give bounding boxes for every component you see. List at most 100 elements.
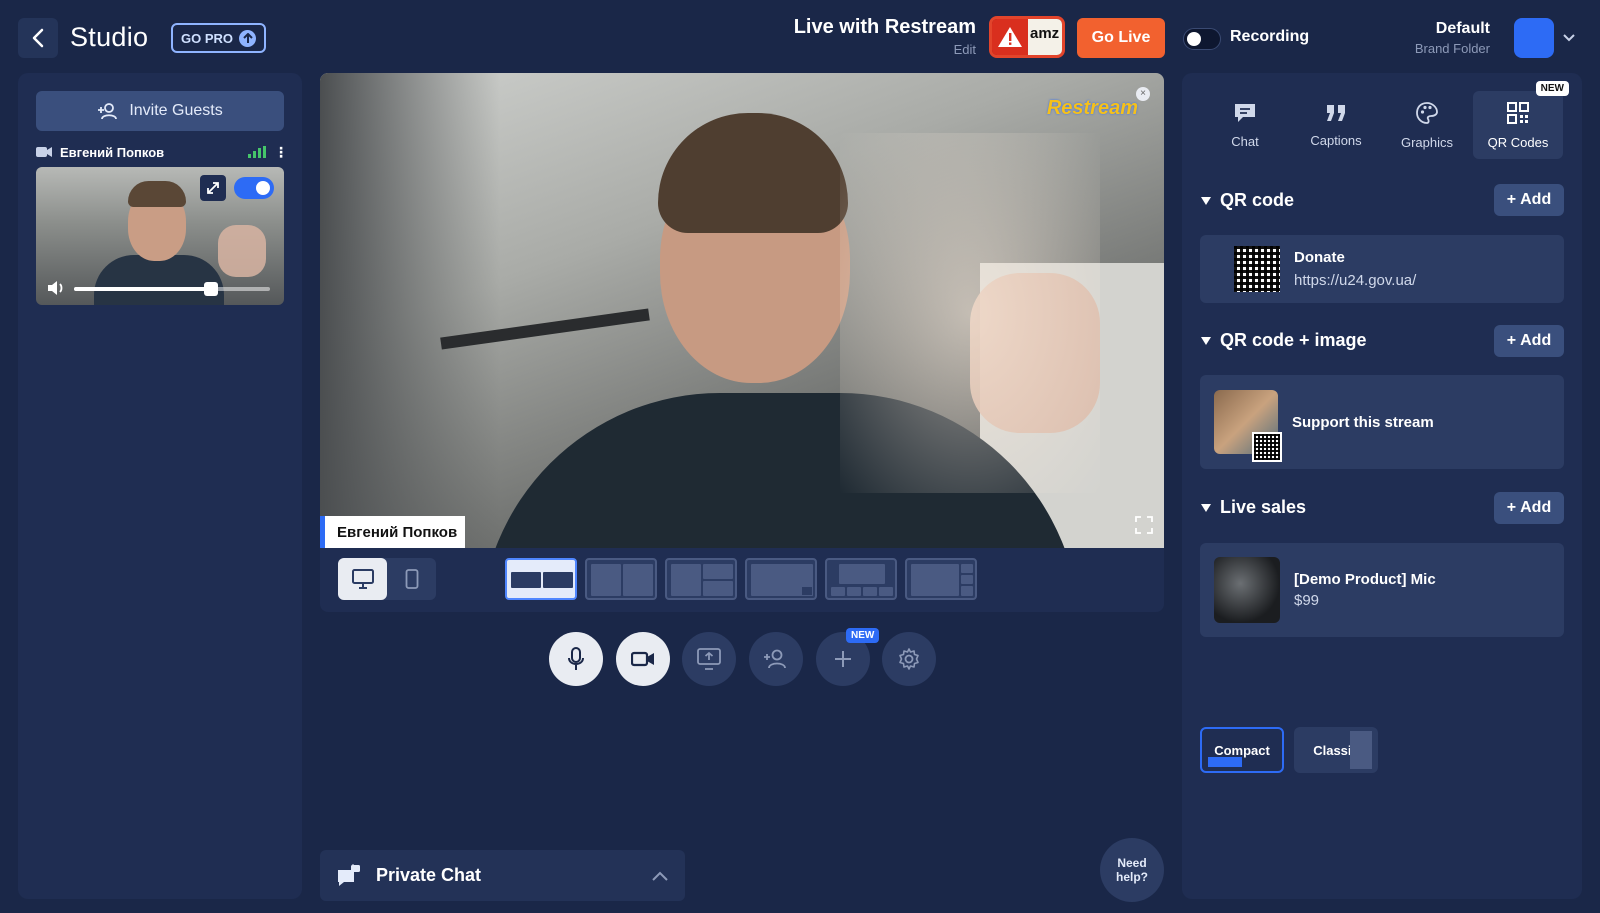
- section-qr-code[interactable]: QR code: [1200, 190, 1294, 211]
- brand-color-swatch[interactable]: [1514, 18, 1554, 58]
- chevron-down-icon[interactable]: [1562, 30, 1576, 48]
- layout-option-6[interactable]: [905, 558, 977, 600]
- qr-code-url: https://u24.gov.ua/: [1294, 272, 1417, 289]
- add-product-button[interactable]: + Add: [1494, 492, 1564, 524]
- coffee-thumbnail: [1214, 390, 1282, 462]
- restream-logo: Restream: [1046, 97, 1138, 119]
- tab-qr-codes[interactable]: QR Codes NEW: [1473, 81, 1569, 159]
- layout-option-4[interactable]: [745, 558, 817, 600]
- layout-bar: [320, 548, 1164, 612]
- go-pro-button[interactable]: GO PRO: [171, 23, 267, 53]
- layout-option-5[interactable]: [825, 558, 897, 600]
- recording-toggle[interactable]: [1183, 28, 1221, 50]
- gear-icon: [899, 648, 919, 670]
- add-user-icon: [98, 103, 118, 120]
- invite-guests-label: Invite Guests: [129, 102, 223, 119]
- layout-option-2[interactable]: [585, 558, 657, 600]
- volume-slider[interactable]: [74, 282, 270, 296]
- stream-edit-link[interactable]: Edit: [954, 42, 976, 57]
- destination-thumbnail[interactable]: amz: [989, 16, 1065, 58]
- brand-name: Default: [1435, 20, 1490, 37]
- more-options-icon[interactable]: ⋮: [274, 144, 288, 161]
- qr-image-card[interactable]: Support this stream: [1200, 375, 1564, 469]
- microphone-button[interactable]: [549, 632, 603, 686]
- layout-option-1[interactable]: [505, 558, 577, 600]
- compact-mode-button[interactable]: Compact: [1200, 727, 1284, 773]
- stage-name-tag: Евгений Попков: [320, 516, 466, 548]
- private-chat-icon: [338, 863, 360, 886]
- guest-header: Евгений Попков ⋮: [36, 143, 288, 161]
- tab-chat[interactable]: Chat: [1200, 91, 1290, 159]
- qr-code-title: Donate: [1294, 249, 1345, 266]
- go-pro-label: GO PRO: [181, 30, 234, 46]
- caret-down-icon: [1201, 503, 1211, 512]
- private-chat-bar[interactable]: Private Chat: [320, 850, 685, 901]
- show-on-stage-toggle[interactable]: [234, 177, 274, 199]
- invite-guests-button[interactable]: Invite Guests: [36, 91, 284, 131]
- product-price: $99: [1294, 592, 1320, 609]
- plus-icon: [835, 651, 851, 667]
- section-qr-code-title: QR code: [1220, 190, 1295, 210]
- share-screen-button[interactable]: [682, 632, 736, 686]
- add-user-icon: [764, 649, 786, 669]
- add-qr-image-button[interactable]: + Add: [1494, 325, 1564, 357]
- stage-video[interactable]: Restream × Евгений Попков: [320, 73, 1164, 548]
- signal-strength-icon: [248, 146, 266, 158]
- camera-icon: [36, 147, 52, 157]
- add-qr-code-button[interactable]: + Add: [1494, 184, 1564, 216]
- volume-icon[interactable]: [46, 279, 66, 302]
- phone-icon: [405, 569, 418, 589]
- device-orientation-toggle: [338, 558, 436, 600]
- invite-guest-button[interactable]: [749, 632, 803, 686]
- quote-icon: [1327, 104, 1345, 121]
- classic-mode-button[interactable]: Classic: [1294, 727, 1378, 773]
- new-badge: NEW: [1535, 81, 1569, 96]
- monitor-icon: [351, 569, 374, 589]
- fullscreen-icon[interactable]: [1134, 515, 1154, 540]
- go-live-button[interactable]: Go Live: [1077, 18, 1165, 58]
- warning-icon: [992, 19, 1028, 55]
- destination-label: amz: [1028, 19, 1062, 55]
- qr-code-card[interactable]: Donate https://u24.gov.ua/: [1200, 235, 1564, 303]
- qr-image-title: Support this stream: [1292, 413, 1434, 431]
- tab-captions[interactable]: Captions: [1291, 91, 1381, 159]
- back-button[interactable]: [18, 18, 58, 58]
- guests-panel: Invite Guests Евгений Попков ⋮: [18, 73, 302, 899]
- product-card[interactable]: [Demo Product] Mic $99: [1200, 543, 1564, 637]
- stream-title[interactable]: Live with Restream: [794, 16, 976, 39]
- product-title: [Demo Product] Mic: [1294, 571, 1436, 588]
- section-live-sales[interactable]: Live sales: [1200, 497, 1306, 518]
- tab-graphics[interactable]: Graphics: [1382, 91, 1472, 159]
- tab-qr-codes-label: QR Codes: [1487, 134, 1549, 150]
- need-help-button[interactable]: Need help?: [1100, 838, 1164, 902]
- expand-icon[interactable]: [200, 175, 226, 201]
- caret-down-icon: [1201, 336, 1211, 345]
- product-thumbnail: [1214, 557, 1280, 623]
- caret-down-icon: [1201, 196, 1211, 205]
- tab-graphics-label: Graphics: [1400, 134, 1454, 150]
- new-badge: NEW: [846, 628, 880, 643]
- chat-icon: [1235, 103, 1255, 122]
- guest-video-tile[interactable]: [36, 167, 284, 305]
- add-label: Add: [1520, 191, 1552, 208]
- tab-chat-label: Chat: [1231, 133, 1259, 149]
- qr-code-image: [1234, 246, 1280, 292]
- need-help-line1: Need: [1117, 856, 1147, 870]
- tab-captions-label: Captions: [1310, 132, 1362, 148]
- guest-name: Евгений Попков: [60, 144, 165, 160]
- brand-folder-label: Brand Folder: [1414, 41, 1490, 56]
- right-panel: Chat Captions Graphics QR Codes NEW QR c…: [1182, 73, 1582, 899]
- camera-button[interactable]: [616, 632, 670, 686]
- page-title: Studio: [70, 22, 149, 52]
- section-qr-code-image[interactable]: QR code + image: [1200, 330, 1367, 351]
- section-live-sales-title: Live sales: [1220, 497, 1307, 517]
- chevron-up-icon: [652, 871, 668, 881]
- mobile-view-button[interactable]: [387, 558, 436, 600]
- arrow-up-icon: [239, 29, 257, 47]
- settings-button[interactable]: [882, 632, 936, 686]
- desktop-view-button[interactable]: [338, 558, 387, 600]
- close-icon[interactable]: ×: [1136, 87, 1150, 101]
- recording-label: Recording: [1230, 28, 1310, 45]
- chevron-left-icon: [32, 28, 44, 48]
- layout-option-3[interactable]: [665, 558, 737, 600]
